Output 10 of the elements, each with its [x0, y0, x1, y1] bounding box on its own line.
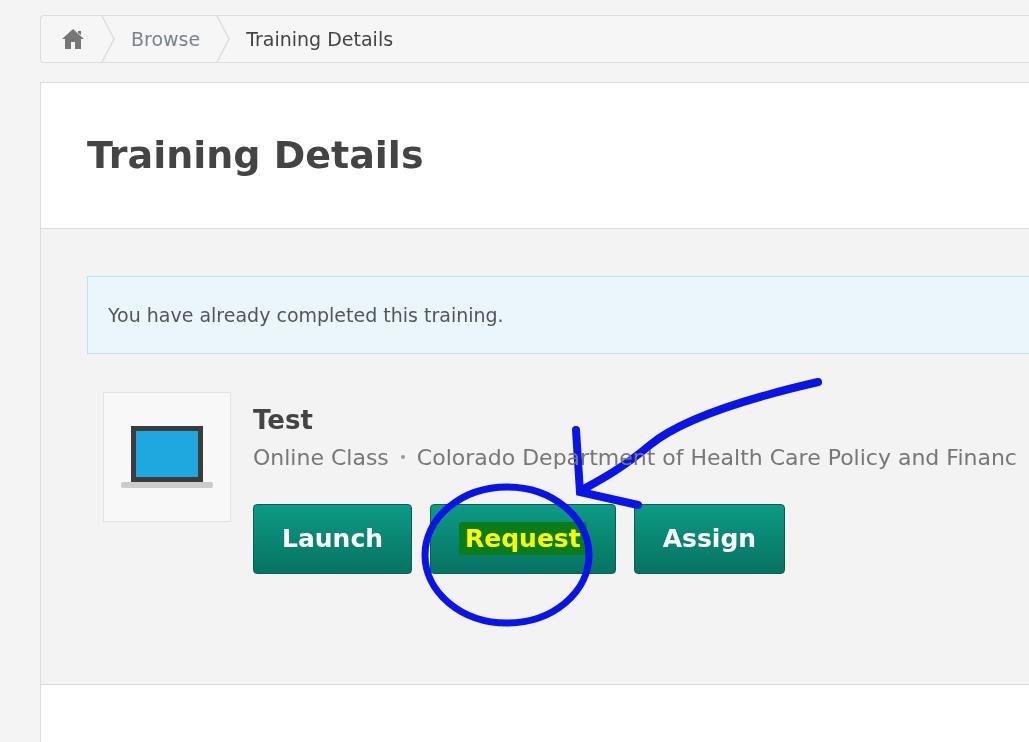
breadcrumb-current: Training Details [245, 26, 395, 52]
home-icon [61, 28, 85, 50]
breadcrumb-link[interactable]: Browse [115, 16, 217, 62]
action-button[interactable]: Request [430, 503, 616, 574]
info-alert: You have already completed this training. [87, 276, 1029, 354]
action-button[interactable]: Launch [253, 503, 412, 574]
page-title: Training Details [87, 132, 424, 179]
action-button[interactable]: Assign [633, 503, 786, 574]
training-type: Online Class [253, 443, 389, 472]
training-title: Test [253, 406, 314, 435]
